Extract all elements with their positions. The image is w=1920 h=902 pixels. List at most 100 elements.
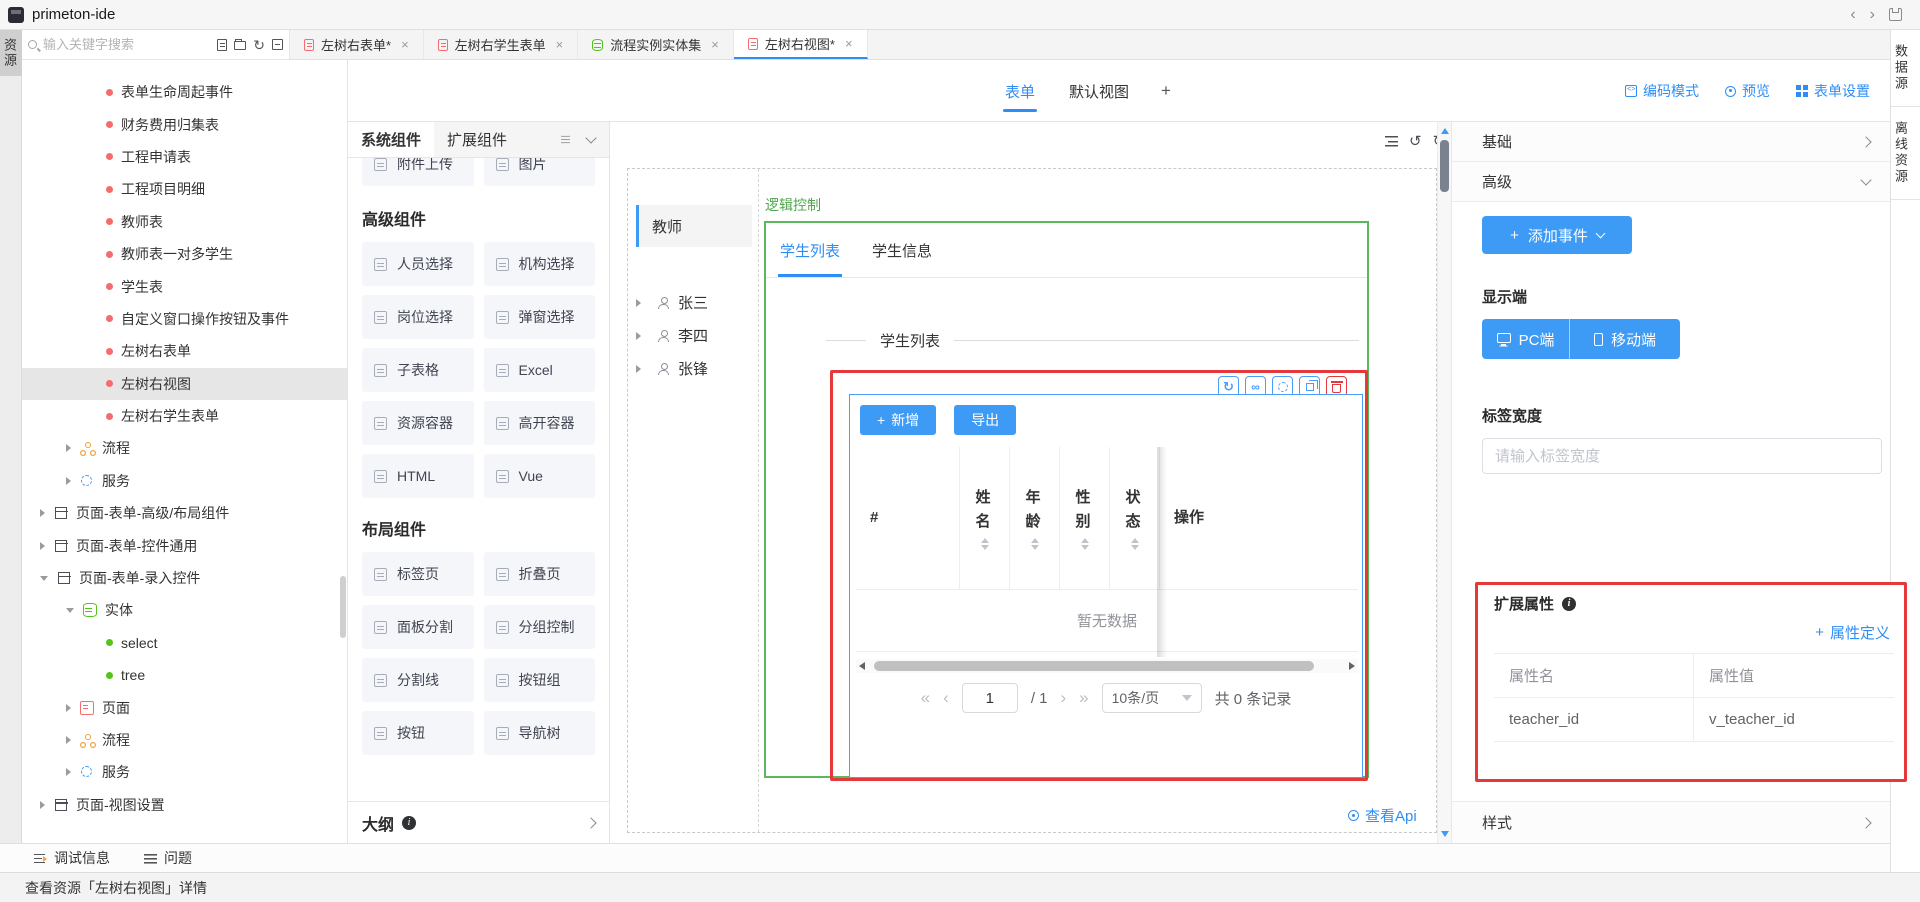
editor-tab[interactable]: 流程实例实体集 × [578, 30, 734, 59]
scrollbar-thumb[interactable] [874, 661, 1314, 671]
tree-item[interactable]: 左树右视图 [22, 368, 347, 400]
label-width-input[interactable] [1482, 438, 1882, 474]
sort-icon[interactable] [981, 538, 989, 550]
palette-item[interactable]: HTML [362, 454, 474, 498]
debug-info-tab[interactable]: 调试信息 [34, 848, 110, 868]
palette-item[interactable]: 标签页 [362, 552, 474, 596]
teacher-tree-selected-item[interactable]: 教师 [636, 205, 752, 247]
tree-item[interactable]: 左树右表单 [22, 335, 347, 367]
palette-item[interactable]: 资源容器 [362, 401, 474, 445]
scroll-right-icon[interactable] [1349, 662, 1355, 670]
palette-item[interactable]: Vue [484, 454, 596, 498]
first-page-button[interactable]: « [921, 688, 930, 708]
table-column-header[interactable]: 状态 [1110, 447, 1160, 589]
table-column-header[interactable]: 年龄 [1010, 447, 1060, 589]
undo-icon[interactable]: ↺ [1409, 134, 1422, 149]
person-tree-item[interactable]: 张锋 [636, 352, 708, 385]
tree-item[interactable]: 流程 [22, 432, 347, 464]
tree-item[interactable]: 教师表一对多学生 [22, 238, 347, 270]
mobile-side-button[interactable]: 移动端 [1570, 319, 1680, 359]
expand-arrow-icon[interactable] [66, 768, 71, 776]
page-input[interactable] [962, 683, 1018, 713]
table-row[interactable]: teacher_id v_teacher_id [1494, 698, 1894, 742]
close-icon[interactable]: × [711, 37, 719, 52]
tree-item[interactable]: 自定义窗口操作按钮及事件 [22, 303, 347, 335]
horizontal-scrollbar[interactable] [856, 659, 1358, 673]
scrollbar-thumb[interactable] [1440, 140, 1449, 192]
tab-default-view[interactable]: 默认视图 [1067, 63, 1131, 120]
expand-arrow-icon[interactable] [40, 576, 48, 581]
palette-item[interactable]: Excel [484, 348, 596, 392]
expand-arrow-icon[interactable] [636, 365, 641, 373]
expand-arrow-icon[interactable] [636, 299, 641, 307]
selected-widget-frame[interactable]: ↻ ∞ ↻ +新增 导出 [830, 370, 1368, 781]
tree-item[interactable]: 财务费用归集表 [22, 108, 347, 140]
outline-tree-icon[interactable] [1385, 136, 1398, 147]
palette-item[interactable]: 分割线 [362, 658, 474, 702]
palette-item[interactable]: 面板分割 [362, 605, 474, 649]
last-page-button[interactable]: » [1079, 688, 1088, 708]
tab-extend-components[interactable]: 扩展组件 [434, 122, 520, 157]
editor-tab[interactable]: 左树右视图* × [734, 30, 868, 59]
sort-icon[interactable] [1031, 538, 1039, 550]
chevron-down-icon[interactable] [585, 132, 596, 143]
person-tree-item[interactable]: 李四 [636, 319, 708, 352]
table-column-header[interactable]: 操作 [1160, 447, 1358, 589]
palette-item[interactable]: 人员选择 [362, 242, 474, 286]
search-input[interactable] [43, 37, 213, 52]
canvas-vertical-scrollbar[interactable] [1437, 122, 1451, 843]
tree-item[interactable]: 服务 [22, 465, 347, 497]
palette-item[interactable]: 折叠页 [484, 552, 596, 596]
tree-item[interactable]: 工程项目明细 [22, 173, 347, 205]
chevron-right-icon[interactable] [585, 817, 596, 828]
page-size-select[interactable]: 10条/页 [1102, 683, 1202, 713]
logic-control-widget[interactable]: 学生列表 学生信息 学生列表 ↻ ∞ ↻ [764, 221, 1369, 778]
section-basic[interactable]: 基础 [1452, 122, 1890, 162]
problems-tab[interactable]: 问题 [144, 848, 192, 868]
section-style[interactable]: 样式 [1452, 801, 1890, 843]
pc-side-button[interactable]: PC端 [1482, 319, 1570, 359]
expand-arrow-icon[interactable] [66, 608, 74, 613]
tab-student-list[interactable]: 学生列表 [778, 224, 842, 277]
nav-forward-icon[interactable]: › [1870, 6, 1875, 24]
add-property-link[interactable]: + 属性定义 [1494, 622, 1890, 643]
table-column-header[interactable]: 姓名 [960, 447, 1010, 589]
editor-tab[interactable]: 左树右学生表单 × [424, 30, 579, 59]
code-mode-button[interactable]: 编码模式 [1625, 81, 1699, 101]
tree-item[interactable]: 工程申请表 [22, 141, 347, 173]
scroll-down-icon[interactable] [1441, 831, 1449, 837]
palette-menu-icon[interactable] [561, 136, 570, 143]
tree-item[interactable]: 左树右学生表单 [22, 400, 347, 432]
rail-tab-resources[interactable]: 资源 [0, 30, 22, 76]
palette-item[interactable]: 机构选择 [484, 242, 596, 286]
palette-item[interactable]: 高开容器 [484, 401, 596, 445]
person-tree-item[interactable]: 张三 [636, 286, 708, 319]
form-settings-button[interactable]: 表单设置 [1796, 81, 1870, 101]
editor-tab[interactable]: 左树右表单* × [290, 30, 424, 59]
palette-item[interactable]: 子表格 [362, 348, 474, 392]
close-icon[interactable]: × [401, 37, 409, 52]
save-icon[interactable] [1889, 8, 1902, 21]
palette-item[interactable]: 弹窗选择 [484, 295, 596, 339]
section-advanced[interactable]: 高级 [1452, 162, 1890, 202]
tree-item[interactable]: 流程 [22, 724, 347, 756]
table-column-header[interactable]: 性别 [1060, 447, 1110, 589]
tree-item[interactable]: 页面 [22, 691, 347, 723]
sort-icon[interactable] [1081, 538, 1089, 550]
tab-student-info[interactable]: 学生信息 [870, 224, 934, 277]
tree-item[interactable]: select [22, 627, 347, 659]
palette-item[interactable]: 按钮组 [484, 658, 596, 702]
table-column-header[interactable]: # [856, 447, 960, 589]
expand-arrow-icon[interactable] [40, 542, 45, 550]
add-event-button[interactable]: + 添加事件 [1482, 216, 1632, 254]
refresh-icon[interactable]: ↻ [253, 38, 265, 52]
tree-item[interactable]: tree [22, 659, 347, 691]
tab-system-components[interactable]: 系统组件 [348, 122, 434, 157]
scroll-up-icon[interactable] [1441, 128, 1449, 134]
outline-bar[interactable]: 大纲 [348, 801, 609, 843]
palette-item[interactable]: 按钮 [362, 711, 474, 755]
expand-arrow-icon[interactable] [66, 736, 71, 744]
scroll-left-icon[interactable] [859, 662, 865, 670]
tree-item[interactable]: 实体 [22, 594, 347, 626]
expand-arrow-icon[interactable] [66, 477, 71, 485]
